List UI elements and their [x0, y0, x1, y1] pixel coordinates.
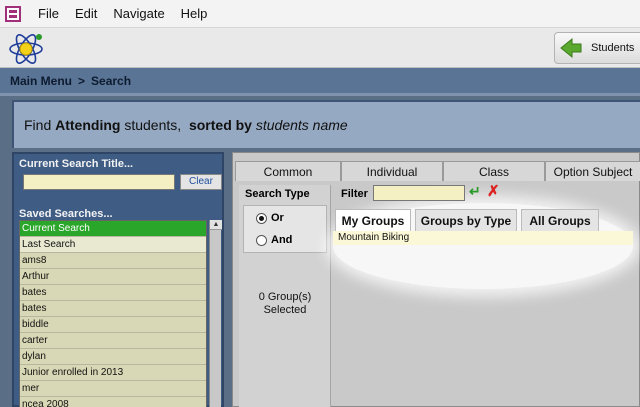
clear-button[interactable]: Clear	[180, 174, 222, 190]
radio-or-dot[interactable]	[256, 212, 267, 224]
filter-input[interactable]	[373, 185, 465, 201]
group-count-line2: Selected	[263, 304, 307, 316]
menu-navigate[interactable]: Navigate	[105, 0, 172, 28]
group-count-line1: 0 Group(s)	[258, 291, 312, 303]
saved-search-item[interactable]: biddle	[20, 317, 206, 333]
header-middle: students,	[124, 117, 182, 133]
tab-my-groups[interactable]: My Groups	[335, 209, 411, 231]
breadcrumb-current: Search	[91, 73, 132, 88]
saved-searches-scrollbar[interactable]: ▲	[209, 220, 222, 407]
breadcrumb-separator: >	[78, 73, 86, 88]
header-sort-field: students name	[255, 117, 348, 133]
group-item[interactable]: Mountain Biking	[333, 231, 633, 245]
radio-or[interactable]: Or	[256, 212, 284, 224]
radio-or-label: Or	[271, 212, 284, 224]
radio-and-label: And	[271, 234, 293, 246]
header-sorted-label: sorted by	[188, 117, 252, 133]
current-search-title-label: Current Search Title...	[19, 158, 134, 170]
search-criteria-panel: Common Individual Class Option Subject S…	[232, 152, 640, 407]
radio-and-dot[interactable]	[256, 234, 267, 246]
saved-searches-label: Saved Searches...	[19, 208, 113, 220]
group-list: Mountain Biking	[333, 231, 633, 245]
group-tabs: My Groups Groups by Type All Groups	[335, 209, 625, 231]
students-button[interactable]: Students	[554, 32, 640, 64]
group-count: 0 Group(s) Selected	[239, 291, 331, 317]
search-type-label: Search Type	[245, 188, 310, 200]
saved-search-item[interactable]: Last Search	[20, 237, 206, 253]
radio-and[interactable]: And	[256, 234, 292, 246]
tab-individual[interactable]: Individual	[341, 161, 443, 181]
saved-search-item[interactable]: Junior enrolled in 2013	[20, 365, 206, 381]
saved-search-item[interactable]: bates	[20, 285, 206, 301]
search-type-section: Search Type Or And 0 Group(s) Selected	[239, 185, 331, 407]
filter-label: Filter	[341, 188, 368, 200]
tab-all-groups[interactable]: All Groups	[521, 209, 599, 231]
saved-search-item[interactable]: ams8	[20, 253, 206, 269]
search-title-input[interactable]	[23, 174, 175, 190]
breadcrumb: Main Menu > Search	[0, 68, 640, 96]
enter-icon[interactable]: ↵	[469, 183, 483, 201]
menu-file[interactable]: File	[30, 0, 67, 28]
breadcrumb-main-menu[interactable]: Main Menu	[10, 74, 72, 88]
search-description: Find Attending students, sorted by stude…	[12, 100, 640, 148]
header-status: Attending	[55, 117, 121, 133]
saved-searches-list: Current Search Last Search ams8 Arthur b…	[19, 220, 207, 407]
saved-search-item[interactable]: bates	[20, 301, 206, 317]
menu-bar: File Edit Navigate Help	[0, 0, 640, 28]
filter-bar: Filter ↵ ✗	[339, 182, 639, 209]
logo-icon	[9, 34, 43, 64]
saved-search-item[interactable]: Arthur	[20, 269, 206, 285]
saved-searches-panel: Current Search Title... Clear Saved Sear…	[12, 152, 224, 407]
search-type-radio-group: Or And	[243, 205, 327, 253]
tab-groups-by-type[interactable]: Groups by Type	[415, 209, 517, 231]
toolbar: Students	[0, 28, 640, 68]
scroll-up-icon[interactable]: ▲	[210, 220, 222, 230]
saved-search-item[interactable]: ncea 2008	[20, 397, 206, 407]
saved-search-item[interactable]: carter	[20, 333, 206, 349]
menu-edit[interactable]: Edit	[67, 0, 105, 28]
tab-common[interactable]: Common	[235, 161, 341, 181]
back-arrow-icon	[560, 37, 582, 59]
saved-search-item[interactable]: Current Search	[20, 221, 206, 237]
app-icon	[5, 5, 21, 22]
tab-class[interactable]: Class	[443, 161, 545, 181]
saved-search-item[interactable]: dylan	[20, 349, 206, 365]
students-button-label: Students	[591, 42, 635, 54]
clear-filter-icon[interactable]: ✗	[487, 182, 501, 200]
saved-search-item[interactable]: mer	[20, 381, 206, 397]
tab-option-subject[interactable]: Option Subject	[545, 161, 640, 181]
menu-help[interactable]: Help	[173, 0, 216, 28]
header-prefix: Find	[24, 117, 52, 133]
criteria-tabs: Common Individual Class Option Subject	[235, 161, 640, 181]
